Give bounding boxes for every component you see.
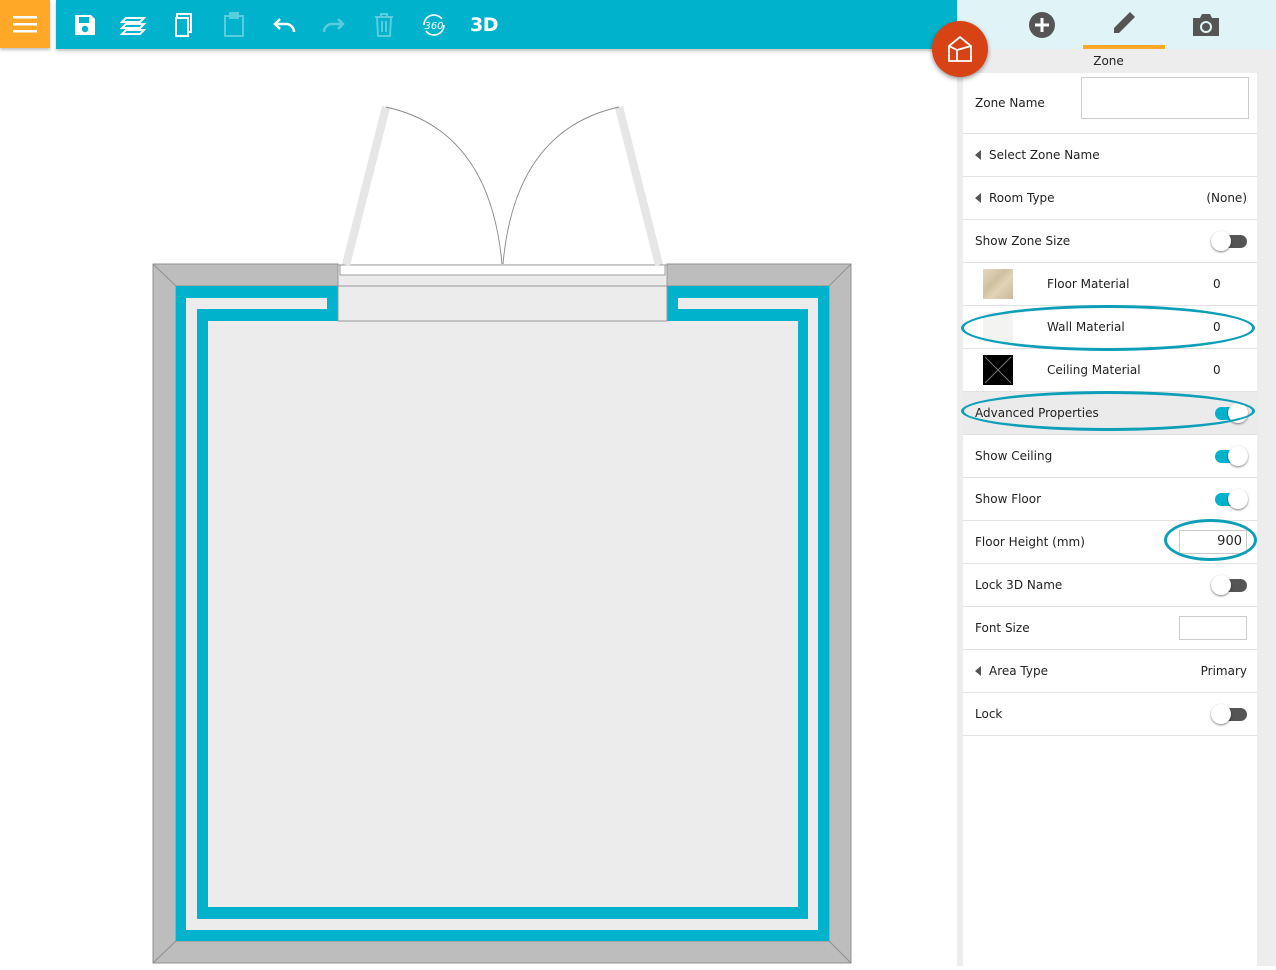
- paste-button[interactable]: [214, 5, 254, 45]
- ceiling-material-label: Ceiling Material: [1047, 363, 1141, 377]
- room-type-row[interactable]: Room Type (None): [963, 177, 1257, 220]
- tab-add[interactable]: [1001, 0, 1083, 49]
- save-icon: [75, 15, 95, 35]
- delete-button[interactable]: [364, 5, 404, 45]
- undo-icon: [273, 18, 296, 33]
- floor-height-label: Floor Height (mm): [975, 535, 1085, 549]
- room-walls[interactable]: [152, 263, 852, 964]
- show-floor-toggle[interactable]: [1211, 489, 1248, 509]
- font-size-label: Font Size: [975, 621, 1030, 635]
- wall-material-value: 0: [1213, 320, 1221, 334]
- floor-height-row: Floor Height (mm) 900: [963, 521, 1257, 564]
- advanced-properties-label: Advanced Properties: [975, 406, 1099, 420]
- show-ceiling-toggle[interactable]: [1211, 446, 1248, 466]
- hamburger-icon: [13, 16, 37, 33]
- view-360-label: 360: [424, 21, 443, 32]
- advanced-properties-row: Advanced Properties: [963, 392, 1257, 435]
- properties-panel: Zone Zone Name Select Zone Name Room Typ…: [957, 49, 1276, 966]
- undo-button[interactable]: [264, 5, 304, 45]
- layers-button[interactable]: [114, 5, 154, 45]
- tab-edit[interactable]: [1083, 0, 1165, 49]
- wall-material-row[interactable]: Wall Material 0: [963, 306, 1257, 349]
- advanced-properties-toggle[interactable]: [1211, 403, 1248, 423]
- layers-icon: [120, 17, 147, 35]
- room-type-value: (None): [1206, 191, 1247, 205]
- ceiling-material-swatch[interactable]: [983, 355, 1013, 385]
- floor-material-row[interactable]: Floor Material 0: [963, 263, 1257, 306]
- area-type-label: Area Type: [989, 664, 1048, 678]
- lock-label: Lock: [975, 707, 1003, 721]
- lock-3d-name-row: Lock 3D Name: [963, 564, 1257, 607]
- show-zone-size-row: Show Zone Size: [963, 220, 1257, 263]
- tab-camera[interactable]: [1165, 0, 1247, 49]
- menu-button[interactable]: [0, 0, 50, 48]
- view-360-button[interactable]: 360: [414, 5, 454, 45]
- ceiling-material-value: 0: [1213, 363, 1221, 377]
- pencil-icon: [1114, 11, 1135, 33]
- panel-scrollbar[interactable]: [1260, 49, 1276, 966]
- house-icon: [948, 35, 972, 62]
- view-3d-button[interactable]: 3D: [464, 5, 504, 45]
- copy-icon: [175, 13, 192, 37]
- redo-icon: [322, 18, 345, 33]
- select-zone-name-row[interactable]: Select Zone Name: [963, 134, 1257, 177]
- floor-material-label: Floor Material: [1047, 277, 1130, 291]
- view-3d-label: 3D: [470, 14, 499, 36]
- panel-title: Zone: [1093, 54, 1124, 68]
- save-button[interactable]: [65, 5, 105, 45]
- properties-list: Zone Name Select Zone Name Room Type (No…: [963, 73, 1257, 966]
- add-circle-icon: [1029, 11, 1055, 38]
- double-door[interactable]: [342, 106, 663, 266]
- show-ceiling-row: Show Ceiling: [963, 435, 1257, 478]
- redo-button[interactable]: [314, 5, 354, 45]
- 360-view-icon: 360: [423, 14, 445, 36]
- empty-material-icon: [984, 356, 1012, 384]
- wall-material-swatch[interactable]: [983, 312, 1013, 342]
- font-size-row: Font Size: [963, 607, 1257, 650]
- floor-material-value: 0: [1213, 277, 1221, 291]
- zone-name-input[interactable]: [1081, 77, 1249, 119]
- room-type-label: Room Type: [989, 191, 1055, 205]
- show-zone-size-label: Show Zone Size: [975, 234, 1071, 248]
- show-floor-row: Show Floor: [963, 478, 1257, 521]
- floor-plan-canvas[interactable]: [0, 49, 957, 966]
- select-zone-name-label: Select Zone Name: [989, 148, 1100, 162]
- font-size-input[interactable]: [1179, 616, 1247, 640]
- caret-left-icon: [975, 666, 981, 676]
- caret-left-icon: [975, 150, 981, 160]
- camera-icon: [1193, 13, 1219, 36]
- floor-height-input[interactable]: 900: [1179, 530, 1247, 554]
- paste-icon: [224, 12, 244, 37]
- panel-tab-bar: [957, 0, 1276, 49]
- copy-button[interactable]: [164, 5, 204, 45]
- floor-material-swatch[interactable]: [983, 269, 1013, 299]
- lock-3d-name-label: Lock 3D Name: [975, 578, 1063, 592]
- door-opening[interactable]: [337, 264, 668, 322]
- main-toolbar: 360 3D: [56, 0, 957, 49]
- lock-toggle[interactable]: [1211, 704, 1247, 724]
- caret-left-icon: [975, 193, 981, 203]
- show-ceiling-label: Show Ceiling: [975, 449, 1053, 463]
- zone-name-row: Zone Name: [963, 73, 1257, 134]
- lock-3d-name-toggle[interactable]: [1211, 575, 1247, 595]
- show-floor-label: Show Floor: [975, 492, 1042, 506]
- ceiling-material-row[interactable]: Ceiling Material 0: [963, 349, 1257, 392]
- area-type-value: Primary: [1200, 664, 1247, 678]
- wall-material-label: Wall Material: [1047, 320, 1125, 334]
- trash-icon: [375, 13, 393, 37]
- show-zone-size-toggle[interactable]: [1211, 231, 1247, 251]
- house-fab-button[interactable]: [932, 21, 988, 77]
- lock-row: Lock: [963, 693, 1257, 736]
- area-type-row[interactable]: Area Type Primary: [963, 650, 1257, 693]
